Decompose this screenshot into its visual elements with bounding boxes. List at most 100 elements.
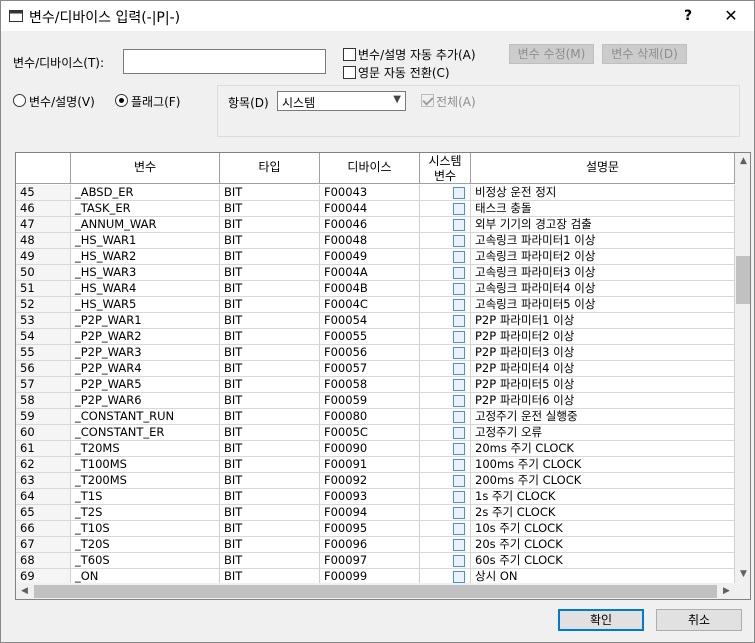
- table-row[interactable]: 46 _TASK_ER BIT F00044 태스크 충돌: [16, 201, 735, 217]
- system-variable-checkbox[interactable]: [453, 299, 465, 311]
- table-row[interactable]: 50 _HS_WAR3 BIT F0004A 고속링크 파라미터3 이상: [16, 265, 735, 281]
- row-variable: _P2P_WAR1: [71, 313, 220, 329]
- table-row[interactable]: 52 _HS_WAR5 BIT F0004C 고속링크 파라미터5 이상: [16, 297, 735, 313]
- system-variable-checkbox[interactable]: [453, 331, 465, 343]
- table-row[interactable]: 65 _T2S BIT F00094 2s 주기 CLOCK: [16, 505, 735, 521]
- system-variable-checkbox[interactable]: [453, 523, 465, 535]
- radio-flag[interactable]: [115, 94, 128, 107]
- system-variable-checkbox[interactable]: [453, 555, 465, 567]
- var-device-input[interactable]: [123, 49, 326, 74]
- table-row[interactable]: 54 _P2P_WAR2 BIT F00055 P2P 파라미터2 이상: [16, 329, 735, 345]
- scroll-down-icon[interactable]: ▼: [735, 566, 750, 583]
- row-number: 67: [16, 537, 71, 553]
- cancel-button[interactable]: 취소: [656, 609, 742, 631]
- radio-flag-label: 플래그(F): [131, 95, 181, 109]
- row-device: F0004C: [320, 297, 420, 313]
- window-title: 변수/디바이스 입력(-|P|-): [29, 10, 181, 26]
- item-select-value: 시스템: [282, 96, 316, 110]
- scroll-up-icon[interactable]: ▲: [735, 153, 750, 170]
- row-variable: _T100MS: [71, 457, 220, 473]
- table-row[interactable]: 48 _HS_WAR1 BIT F00048 고속링크 파라미터1 이상: [16, 233, 735, 249]
- scroll-right-icon[interactable]: ▶: [718, 583, 735, 599]
- eng-convert-checkbox[interactable]: [343, 66, 356, 79]
- column-header-number[interactable]: [16, 153, 71, 184]
- title-bar: 변수/디바이스 입력(-|P|-) ? ✕: [1, 1, 754, 31]
- row-description: P2P 파라미터2 이상: [471, 329, 735, 345]
- row-number: 61: [16, 441, 71, 457]
- system-variable-checkbox[interactable]: [453, 203, 465, 215]
- horizontal-scroll-thumb[interactable]: [34, 585, 717, 598]
- variable-device-input-dialog: 변수/디바이스 입력(-|P|-) ? ✕ 변수/디바이스(T): 변수/설명 …: [0, 0, 755, 643]
- row-type: BIT: [220, 185, 320, 201]
- system-variable-checkbox[interactable]: [453, 379, 465, 391]
- radio-variable-description[interactable]: [13, 94, 26, 107]
- system-variable-checkbox[interactable]: [453, 315, 465, 327]
- table-row[interactable]: 67 _T20S BIT F00096 20s 주기 CLOCK: [16, 537, 735, 553]
- system-variable-checkbox[interactable]: [453, 235, 465, 247]
- system-variable-checkbox[interactable]: [453, 251, 465, 263]
- vertical-scrollbar[interactable]: ▲ ▼: [735, 153, 750, 583]
- column-header-variable[interactable]: 변수: [71, 153, 220, 184]
- row-description: P2P 파라미터6 이상: [471, 393, 735, 409]
- ok-button[interactable]: 확인: [558, 609, 644, 631]
- table-row[interactable]: 60 _CONSTANT_ER BIT F0005C 고정주기 오류: [16, 425, 735, 441]
- column-header-type[interactable]: 타입: [220, 153, 320, 184]
- system-variable-checkbox[interactable]: [453, 475, 465, 487]
- item-select[interactable]: 시스템 ▼: [277, 91, 406, 111]
- all-checkbox[interactable]: [421, 94, 434, 107]
- table-row[interactable]: 66 _T10S BIT F00095 10s 주기 CLOCK: [16, 521, 735, 537]
- table-row[interactable]: 45 _ABSD_ER BIT F00043 비정상 운전 정지: [16, 185, 735, 201]
- row-type: BIT: [220, 425, 320, 441]
- row-type: BIT: [220, 505, 320, 521]
- table-row[interactable]: 64 _T1S BIT F00093 1s 주기 CLOCK: [16, 489, 735, 505]
- table-row[interactable]: 63 _T200MS BIT F00092 200ms 주기 CLOCK: [16, 473, 735, 489]
- horizontal-scrollbar[interactable]: ◀ ▶: [16, 583, 735, 599]
- row-device: F0004B: [320, 281, 420, 297]
- system-variable-checkbox[interactable]: [453, 491, 465, 503]
- help-button[interactable]: ?: [677, 5, 699, 27]
- table-row[interactable]: 47 _ANNUM_WAR BIT F00046 외부 기기의 경고장 검출: [16, 217, 735, 233]
- table-row[interactable]: 61 _T20MS BIT F00090 20ms 주기 CLOCK: [16, 441, 735, 457]
- column-header-device[interactable]: 디바이스: [320, 153, 420, 184]
- system-variable-checkbox[interactable]: [453, 283, 465, 295]
- row-number: 52: [16, 297, 71, 313]
- table-row[interactable]: 55 _P2P_WAR3 BIT F00056 P2P 파라미터3 이상: [16, 345, 735, 361]
- system-variable-checkbox[interactable]: [453, 539, 465, 551]
- row-variable: _TASK_ER: [71, 201, 220, 217]
- system-variable-checkbox[interactable]: [453, 347, 465, 359]
- system-variable-checkbox[interactable]: [453, 395, 465, 407]
- table-row[interactable]: 57 _P2P_WAR5 BIT F00058 P2P 파라미터5 이상: [16, 377, 735, 393]
- system-variable-checkbox[interactable]: [453, 571, 465, 583]
- system-variable-checkbox[interactable]: [453, 443, 465, 455]
- table-row[interactable]: 68 _T60S BIT F00097 60s 주기 CLOCK: [16, 553, 735, 569]
- table-row[interactable]: 49 _HS_WAR2 BIT F00049 고속링크 파라미터2 이상: [16, 249, 735, 265]
- row-description: 비정상 운전 정지: [471, 185, 735, 201]
- table-row[interactable]: 59 _CONSTANT_RUN BIT F00080 고정주기 운전 실행중: [16, 409, 735, 425]
- table-row[interactable]: 51 _HS_WAR4 BIT F0004B 고속링크 파라미터4 이상: [16, 281, 735, 297]
- modify-variable-button[interactable]: 변수 수정(M): [509, 44, 594, 64]
- column-header-description[interactable]: 설명문: [471, 153, 735, 184]
- row-number: 56: [16, 361, 71, 377]
- auto-add-checkbox[interactable]: [343, 48, 356, 61]
- delete-variable-button[interactable]: 변수 삭제(D): [602, 44, 687, 64]
- column-header-system-variable[interactable]: 시스템 변수: [420, 153, 471, 184]
- vertical-scroll-thumb[interactable]: [736, 256, 750, 304]
- system-variable-checkbox[interactable]: [453, 187, 465, 199]
- table-row[interactable]: 62 _T100MS BIT F00091 100ms 주기 CLOCK: [16, 457, 735, 473]
- row-device: F0004A: [320, 265, 420, 281]
- close-button[interactable]: ✕: [719, 5, 743, 27]
- scroll-left-icon[interactable]: ◀: [16, 583, 33, 599]
- table-row[interactable]: 53 _P2P_WAR1 BIT F00054 P2P 파라미터1 이상: [16, 313, 735, 329]
- system-variable-checkbox[interactable]: [453, 267, 465, 279]
- row-variable: _HS_WAR5: [71, 297, 220, 313]
- system-variable-checkbox[interactable]: [453, 411, 465, 423]
- row-device: F00091: [320, 457, 420, 473]
- var-device-label: 변수/디바이스(T):: [13, 56, 105, 70]
- system-variable-checkbox[interactable]: [453, 363, 465, 375]
- table-row[interactable]: 58 _P2P_WAR6 BIT F00059 P2P 파라미터6 이상: [16, 393, 735, 409]
- system-variable-checkbox[interactable]: [453, 219, 465, 231]
- system-variable-checkbox[interactable]: [453, 507, 465, 519]
- table-row[interactable]: 56 _P2P_WAR4 BIT F00057 P2P 파라미터4 이상: [16, 361, 735, 377]
- system-variable-checkbox[interactable]: [453, 459, 465, 471]
- system-variable-checkbox[interactable]: [453, 427, 465, 439]
